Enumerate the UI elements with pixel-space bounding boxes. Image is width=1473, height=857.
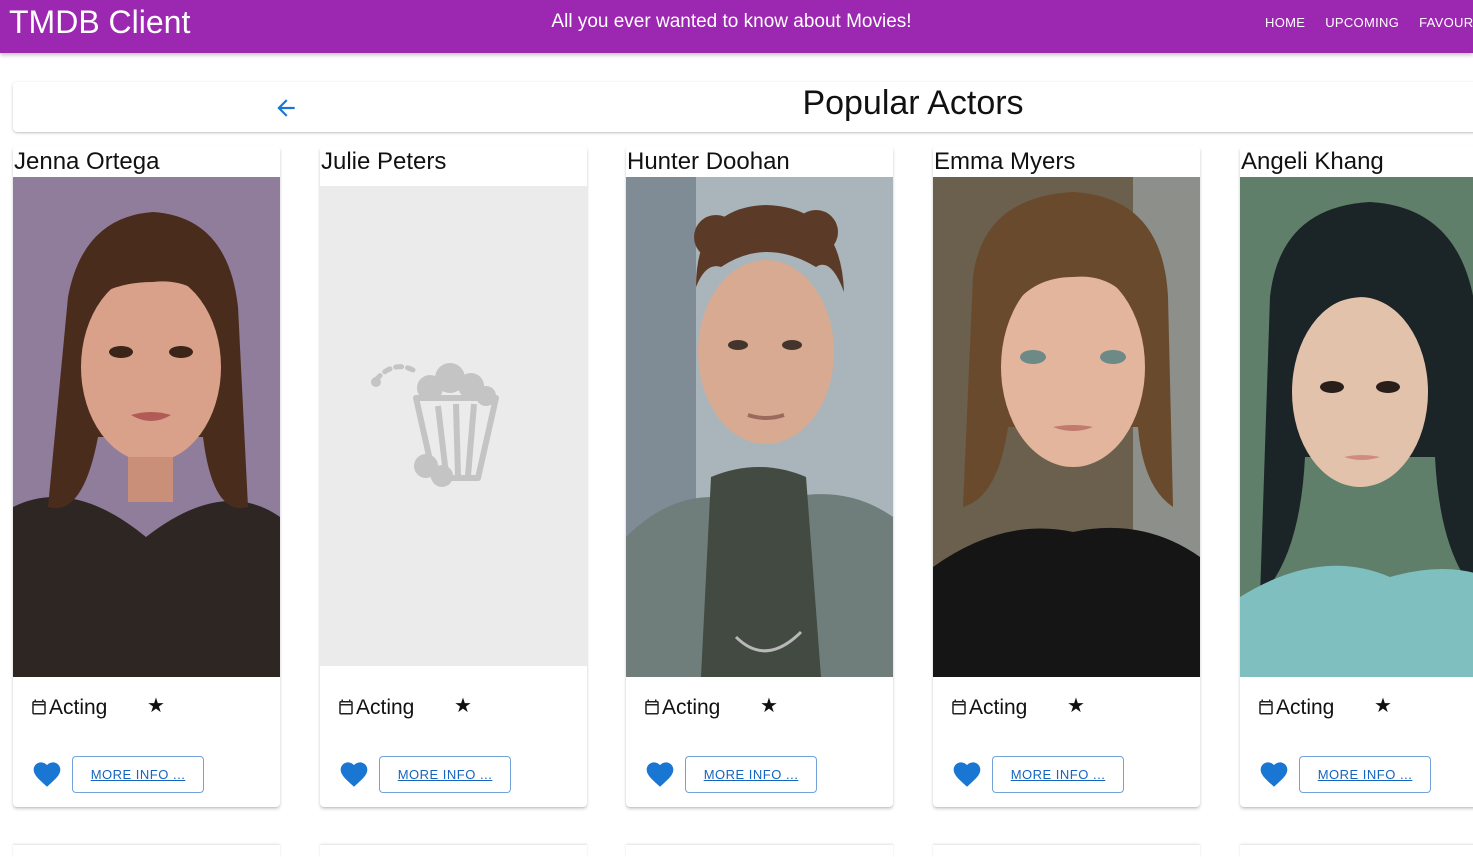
heart-icon: [1260, 762, 1288, 787]
main-nav: HOME UPCOMING FAVOURITES: [1262, 14, 1473, 32]
portrait-image: [626, 177, 893, 677]
department-label: Acting: [49, 696, 108, 719]
actor-photo[interactable]: [13, 177, 280, 677]
star-icon: ★: [1374, 695, 1392, 717]
calendar-icon: [32, 699, 46, 715]
actor-card: Angeli Khang Acting ★ MORE INFO ...: [1240, 146, 1473, 807]
favourite-button[interactable]: [644, 758, 676, 793]
popcorn-icon: [371, 363, 499, 487]
star-icon: ★: [760, 695, 778, 717]
actor-photo[interactable]: [933, 177, 1200, 677]
actor-card: Jenna Ortega Acting ★ MORE INFO ...: [13, 146, 280, 807]
more-info-label: MORE INFO ...: [1010, 767, 1106, 782]
next-row-card: [1240, 845, 1473, 857]
star-icon: ★: [1067, 695, 1085, 717]
actor-card: Hunter Doohan Acting ★ MORE INFO ...: [626, 146, 893, 807]
more-info-button[interactable]: MORE INFO ...: [992, 756, 1124, 793]
favourite-button[interactable]: [951, 758, 983, 793]
favourite-button[interactable]: [338, 758, 370, 793]
app-bar: TMDB Client All you ever wanted to know …: [0, 0, 1473, 53]
actor-photo[interactable]: [626, 177, 893, 677]
nav-upcoming[interactable]: UPCOMING: [1322, 15, 1402, 31]
more-info-label: MORE INFO ...: [1317, 767, 1413, 782]
more-info-label: MORE INFO ...: [397, 767, 493, 782]
more-info-button[interactable]: MORE INFO ...: [72, 756, 204, 793]
heart-icon: [340, 762, 368, 787]
actor-name: Jenna Ortega: [14, 148, 160, 175]
calendar-icon: [339, 699, 353, 715]
actor-name: Angeli Khang: [1241, 148, 1384, 175]
star-icon: ★: [147, 695, 165, 717]
actor-card: Emma Myers Acting ★ MORE INFO ...: [933, 146, 1200, 807]
next-row-card: [626, 845, 893, 857]
more-info-button[interactable]: MORE INFO ...: [379, 756, 511, 793]
actor-photo-placeholder[interactable]: [320, 186, 587, 666]
next-row-card: [13, 845, 280, 857]
app-tagline: All you ever wanted to know about Movies…: [551, 11, 912, 32]
department-label: Acting: [356, 696, 415, 719]
calendar-icon: [1259, 699, 1273, 715]
department-label: Acting: [1276, 696, 1335, 719]
favourite-button[interactable]: [31, 758, 63, 793]
actor-photo[interactable]: [1240, 177, 1473, 677]
portrait-image: [13, 177, 280, 677]
page-header: Popular Actors: [13, 82, 1473, 132]
more-info-label: MORE INFO ...: [90, 767, 186, 782]
more-info-label: MORE INFO ...: [703, 767, 799, 782]
nav-home[interactable]: HOME: [1262, 15, 1308, 31]
actor-name: Hunter Doohan: [627, 148, 790, 175]
actor-card: Julie Peters Acting ★ MORE INFO ...: [320, 146, 587, 807]
portrait-image: [933, 177, 1200, 677]
next-row-card: [933, 845, 1200, 857]
favourite-button[interactable]: [1258, 758, 1290, 793]
heart-icon: [953, 762, 981, 787]
actor-name: Emma Myers: [934, 148, 1076, 175]
nav-favourites[interactable]: FAVOURITES: [1416, 15, 1473, 31]
more-info-button[interactable]: MORE INFO ...: [1299, 756, 1431, 793]
heart-icon: [646, 762, 674, 787]
heart-icon: [33, 762, 61, 787]
star-icon: ★: [454, 695, 472, 717]
portrait-image: [1240, 177, 1473, 677]
next-row-card: [320, 845, 587, 857]
actor-name: Julie Peters: [321, 148, 447, 175]
department-label: Acting: [662, 696, 721, 719]
calendar-icon: [952, 699, 966, 715]
calendar-icon: [645, 699, 659, 715]
page-title: Popular Actors: [802, 84, 1024, 122]
department-label: Acting: [969, 696, 1028, 719]
more-info-button[interactable]: MORE INFO ...: [685, 756, 817, 793]
